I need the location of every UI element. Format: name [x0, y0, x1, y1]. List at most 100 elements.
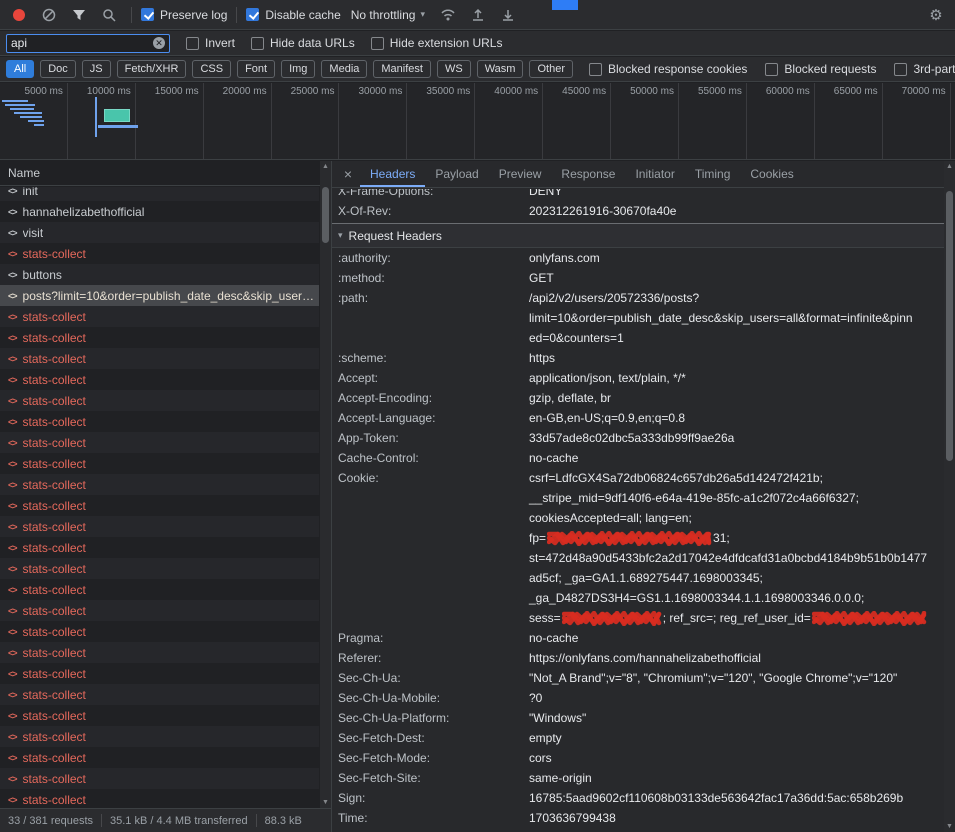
- clear-button[interactable]: [36, 3, 62, 27]
- tab-cookies[interactable]: Cookies: [740, 161, 803, 187]
- request-row[interactable]: <>hannahelizabethofficial: [0, 201, 319, 222]
- type-filter-css[interactable]: CSS: [192, 60, 231, 78]
- request-row[interactable]: <>stats-collect: [0, 348, 319, 369]
- disable-cache-toggle[interactable]: Disable cache: [246, 8, 340, 22]
- type-filter-img[interactable]: Img: [281, 60, 315, 78]
- request-row[interactable]: <>stats-collect: [0, 537, 319, 558]
- request-row[interactable]: <>stats-collect: [0, 369, 319, 390]
- script-icon: <>: [8, 249, 17, 259]
- name-column-header[interactable]: Name: [0, 161, 331, 186]
- request-row[interactable]: <>stats-collect: [0, 663, 319, 684]
- request-row[interactable]: <>stats-collect: [0, 579, 319, 600]
- tab-preview[interactable]: Preview: [489, 161, 552, 187]
- request-row[interactable]: <>stats-collect: [0, 516, 319, 537]
- script-icon: <>: [8, 711, 17, 721]
- type-filter-other[interactable]: Other: [529, 60, 573, 78]
- hide-extension-urls-toggle[interactable]: Hide extension URLs: [371, 36, 503, 50]
- details-scrollbar[interactable]: ▲ ▼: [944, 161, 955, 832]
- preserve-log-label: Preserve log: [160, 8, 227, 22]
- tab-initiator[interactable]: Initiator: [625, 161, 684, 187]
- type-filter-ws[interactable]: WS: [437, 60, 471, 78]
- request-row[interactable]: <>stats-collect: [0, 453, 319, 474]
- scrollbar-thumb[interactable]: [946, 191, 953, 461]
- request-name: buttons: [23, 268, 62, 282]
- import-har-button[interactable]: [465, 3, 491, 27]
- request-row[interactable]: <>posts?limit=10&order=publish_date_desc…: [0, 285, 319, 306]
- header-name: :path:: [332, 288, 529, 308]
- throttling-select[interactable]: No throttling ▾: [345, 6, 431, 24]
- type-filter-font[interactable]: Font: [237, 60, 275, 78]
- record-button[interactable]: [6, 3, 32, 27]
- type-filter-doc[interactable]: Doc: [40, 60, 76, 78]
- tab-response[interactable]: Response: [551, 161, 625, 187]
- scroll-up-icon[interactable]: ▲: [320, 161, 331, 172]
- network-conditions-button[interactable]: [435, 3, 461, 27]
- request-name: stats-collect: [23, 436, 86, 450]
- export-har-button[interactable]: [495, 3, 521, 27]
- filter-button[interactable]: [66, 3, 92, 27]
- request-row[interactable]: <>stats-collect: [0, 327, 319, 348]
- filter-input[interactable]: [11, 36, 149, 50]
- request-headers-section[interactable]: ▾ Request Headers: [332, 224, 944, 248]
- clear-filter-icon[interactable]: ✕: [153, 37, 165, 49]
- request-row[interactable]: <>visit: [0, 222, 319, 243]
- request-row[interactable]: <>stats-collect: [0, 768, 319, 789]
- request-row[interactable]: <>stats-collect: [0, 558, 319, 579]
- tab-payload[interactable]: Payload: [425, 161, 488, 187]
- request-list-scrollbar[interactable]: ▲ ▼: [320, 161, 331, 808]
- scroll-up-icon[interactable]: ▲: [944, 161, 955, 172]
- header-name: Cookie:: [332, 468, 529, 488]
- type-filter-all[interactable]: All: [6, 60, 34, 78]
- request-row[interactable]: <>stats-collect: [0, 432, 319, 453]
- redaction-scribble: [547, 531, 712, 546]
- request-details-pane: × HeadersPayloadPreviewResponseInitiator…: [332, 161, 955, 832]
- tab-timing[interactable]: Timing: [685, 161, 741, 187]
- scrollbar-thumb[interactable]: [322, 187, 329, 243]
- request-row[interactable]: <>stats-collect: [0, 411, 319, 432]
- close-details-button[interactable]: ×: [336, 166, 360, 182]
- scroll-down-icon[interactable]: ▼: [944, 821, 955, 832]
- filter-bar: ✕ Invert Hide data URLs Hide extension U…: [0, 31, 955, 56]
- request-row[interactable]: <>stats-collect: [0, 474, 319, 495]
- request-name: stats-collect: [23, 373, 86, 387]
- request-list: <>init<>hannahelizabethofficial<>visit<>…: [0, 187, 319, 808]
- redaction-scribble: [562, 611, 662, 626]
- request-headers-list: :authority:onlyfans.com:method:GET:path:…: [332, 248, 944, 828]
- request-row[interactable]: <>stats-collect: [0, 642, 319, 663]
- type-filter-manifest[interactable]: Manifest: [373, 60, 431, 78]
- settings-button[interactable]: ⚙: [923, 3, 949, 27]
- type-filter-media[interactable]: Media: [321, 60, 367, 78]
- request-row[interactable]: <>stats-collect: [0, 726, 319, 747]
- scroll-down-icon[interactable]: ▼: [320, 797, 331, 808]
- header-value: onlyfans.com: [529, 248, 944, 268]
- tab-headers[interactable]: Headers: [360, 161, 425, 187]
- request-row[interactable]: <>stats-collect: [0, 243, 319, 264]
- blocked-response-cookies-toggle[interactable]: Blocked response cookies: [589, 62, 747, 76]
- search-button[interactable]: [96, 3, 122, 27]
- hide-data-urls-toggle[interactable]: Hide data URLs: [251, 36, 355, 50]
- type-filter-fetch-xhr[interactable]: Fetch/XHR: [117, 60, 187, 78]
- request-name: stats-collect: [23, 688, 86, 702]
- header-name: Sec-Ch-Ua:: [332, 668, 529, 688]
- invert-toggle[interactable]: Invert: [186, 36, 235, 50]
- request-row[interactable]: <>stats-collect: [0, 390, 319, 411]
- request-row[interactable]: <>stats-collect: [0, 600, 319, 621]
- request-row[interactable]: <>stats-collect: [0, 684, 319, 705]
- request-row[interactable]: <>stats-collect: [0, 747, 319, 768]
- script-icon: <>: [8, 354, 17, 364]
- request-row[interactable]: <>stats-collect: [0, 621, 319, 642]
- request-row[interactable]: <>stats-collect: [0, 495, 319, 516]
- request-row[interactable]: <>stats-collect: [0, 789, 319, 808]
- type-filter-js[interactable]: JS: [82, 60, 111, 78]
- preserve-log-toggle[interactable]: Preserve log: [141, 8, 227, 22]
- timeline-overview[interactable]: 5000 ms10000 ms15000 ms20000 ms25000 ms3…: [0, 83, 955, 160]
- request-row[interactable]: <>buttons: [0, 264, 319, 285]
- request-row[interactable]: <>stats-collect: [0, 705, 319, 726]
- request-row[interactable]: <>stats-collect: [0, 306, 319, 327]
- type-filter-wasm[interactable]: Wasm: [477, 60, 524, 78]
- header-row: Sec-Ch-Ua-Mobile:?0: [332, 688, 944, 708]
- request-row[interactable]: <>init: [0, 187, 319, 201]
- third-party-requests-toggle[interactable]: 3rd-party requests: [894, 62, 955, 76]
- blocked-requests-toggle[interactable]: Blocked requests: [765, 62, 876, 76]
- header-name: Sign:: [332, 788, 529, 808]
